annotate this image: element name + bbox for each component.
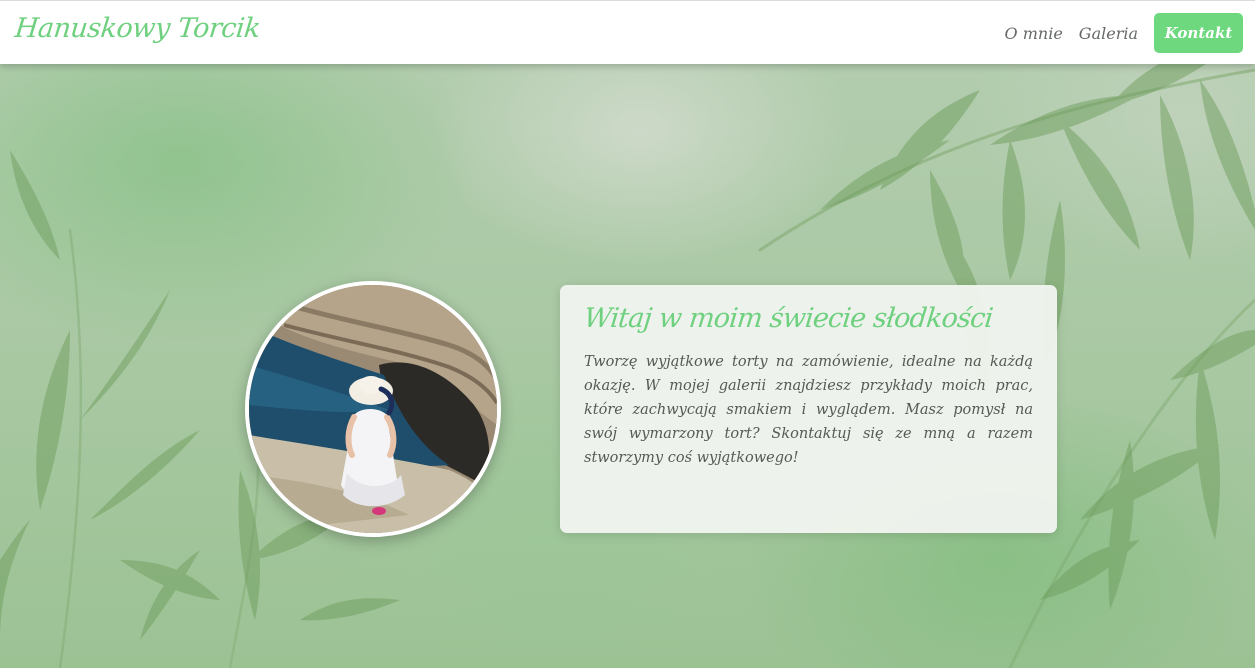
nav-links: O mnie Galeria Kontakt <box>1005 13 1243 53</box>
nav-link-about[interactable]: O mnie <box>1005 24 1063 43</box>
nav-link-gallery[interactable]: Galeria <box>1079 24 1138 43</box>
welcome-text: Tworzę wyjątkowe torty na zamówienie, id… <box>584 354 1033 466</box>
contact-button[interactable]: Kontakt <box>1154 13 1243 53</box>
page: Hanuskowy Torcik O mnie Galeria Kontakt <box>0 0 1255 668</box>
welcome-title: Witaj w moim świecie słodkości <box>582 303 995 334</box>
welcome-card: Witaj w moim świecie słodkości Tworzę wy… <box>560 285 1057 533</box>
profile-photo <box>245 281 501 537</box>
navbar: Hanuskowy Torcik O mnie Galeria Kontakt <box>0 0 1255 64</box>
brand-logo[interactable]: Hanuskowy Torcik <box>13 13 261 44</box>
profile-photo-image <box>249 285 497 533</box>
